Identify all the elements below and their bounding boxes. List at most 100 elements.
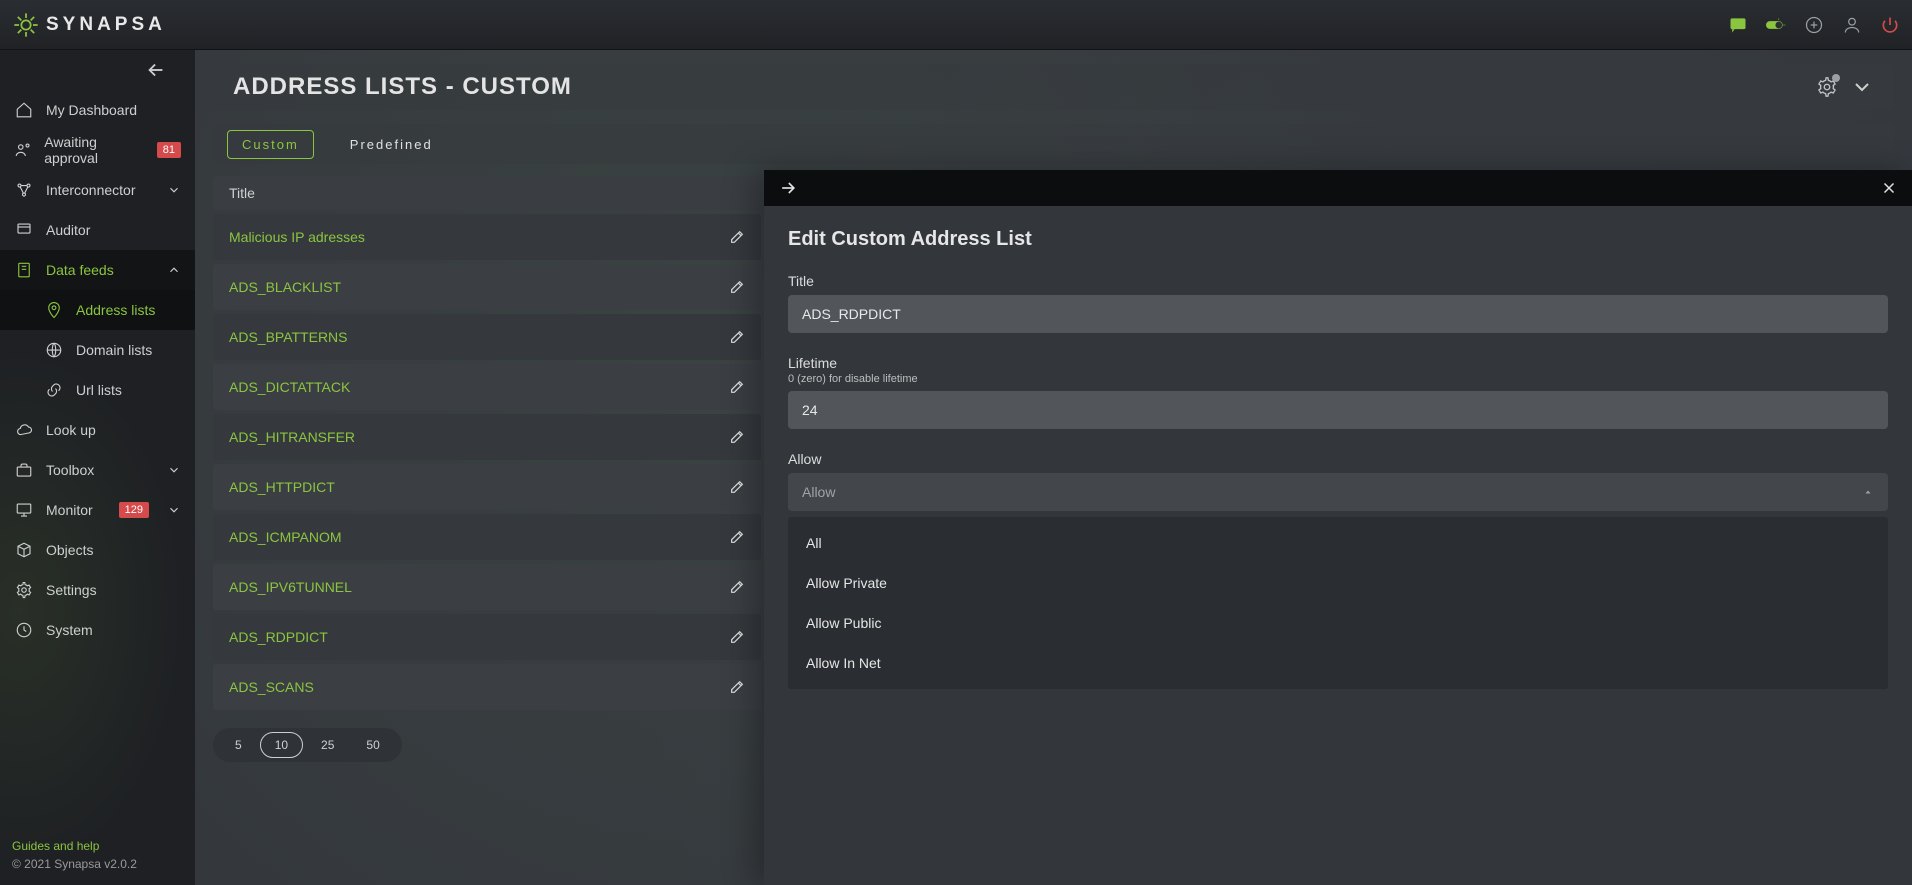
theme-toggle-icon[interactable] [1766, 15, 1786, 35]
tab-custom[interactable]: Custom [227, 130, 314, 159]
lifetime-input[interactable] [788, 391, 1888, 429]
panel-expand-button[interactable] [778, 178, 798, 198]
page-size-25[interactable]: 25 [307, 733, 348, 757]
chat-icon[interactable] [1728, 15, 1748, 35]
list-row[interactable]: Malicious IP adresses [213, 214, 761, 260]
chevron-down-icon [1850, 75, 1874, 99]
edit-button[interactable] [729, 379, 745, 395]
cloud-icon [14, 420, 34, 440]
nav-data-feeds[interactable]: Data feeds [0, 250, 195, 290]
logo-mark-icon [12, 11, 40, 39]
tab-predefined[interactable]: Predefined [336, 131, 447, 158]
allow-option[interactable]: All [788, 523, 1888, 563]
chevron-down-icon [167, 183, 181, 197]
edit-button[interactable] [729, 579, 745, 595]
list-row[interactable]: ADS_ICMPANOM [213, 514, 761, 560]
edit-icon [729, 679, 745, 695]
nav-auditor[interactable]: Auditor [0, 210, 195, 250]
list-row[interactable]: ADS_SCANS [213, 664, 761, 710]
nav-label: Data feeds [46, 262, 114, 278]
address-list: Title Malicious IP adresses ADS_BLACKLIST… [213, 176, 761, 762]
list-row[interactable]: ADS_DICTATTACK [213, 364, 761, 410]
collapse-button[interactable] [1850, 75, 1874, 99]
data-feeds-icon [14, 260, 34, 280]
arrow-right-icon [778, 178, 798, 198]
nav-label: Interconnector [46, 182, 136, 198]
gear-icon [14, 580, 34, 600]
list-row[interactable]: ADS_BLACKLIST [213, 264, 761, 310]
badge-count: 129 [119, 502, 149, 518]
allow-select[interactable]: Allow [788, 473, 1888, 511]
nav-label: Look up [46, 422, 96, 438]
allow-dropdown: AllAllow PrivateAllow PublicAllow In Net [788, 517, 1888, 689]
sidebar-back-button[interactable] [0, 50, 195, 90]
guides-help-link[interactable]: Guides and help [12, 839, 183, 853]
add-icon[interactable] [1804, 15, 1824, 35]
nav-look-up[interactable]: Look up [0, 410, 195, 450]
list-row[interactable]: ADS_HITRANSFER [213, 414, 761, 460]
list-row[interactable]: ADS_HTTPDICT [213, 464, 761, 510]
badge-count: 81 [157, 142, 181, 158]
nav-address-lists[interactable]: Address lists [0, 290, 195, 330]
edit-button[interactable] [729, 679, 745, 695]
edit-button[interactable] [729, 479, 745, 495]
nav-domain-lists[interactable]: Domain lists [0, 330, 195, 370]
edit-icon [729, 479, 745, 495]
edit-button[interactable] [729, 279, 745, 295]
nav-my-dashboard[interactable]: My Dashboard [0, 90, 195, 130]
nav-label: My Dashboard [46, 102, 137, 118]
edit-panel: Edit Custom Address List Title Lifetime … [764, 170, 1912, 885]
nav-label: Monitor [46, 502, 93, 518]
sidebar-footer: Guides and help © 2021 Synapsa v2.0.2 [0, 829, 195, 885]
allow-label: Allow [788, 451, 1888, 467]
globe-icon [44, 340, 64, 360]
edit-button[interactable] [729, 429, 745, 445]
objects-icon [14, 540, 34, 560]
allow-option[interactable]: Allow Private [788, 563, 1888, 603]
page-settings-button[interactable] [1816, 76, 1838, 98]
allow-option[interactable]: Allow Public [788, 603, 1888, 643]
nav-interconnector[interactable]: Interconnector [0, 170, 195, 210]
nav-label: Domain lists [76, 342, 152, 358]
pin-icon [44, 300, 64, 320]
nav-label: Auditor [46, 222, 90, 238]
edit-icon [729, 379, 745, 395]
approval-icon [14, 140, 32, 160]
edit-button[interactable] [729, 529, 745, 545]
notification-dot-icon [1832, 74, 1840, 82]
edit-icon [729, 229, 745, 245]
row-title: ADS_BLACKLIST [229, 279, 341, 295]
page-size-10[interactable]: 10 [260, 732, 303, 758]
list-row[interactable]: ADS_BPATTERNS [213, 314, 761, 360]
list-row[interactable]: ADS_IPV6TUNNEL [213, 564, 761, 610]
row-title: ADS_IPV6TUNNEL [229, 579, 352, 595]
edit-button[interactable] [729, 629, 745, 645]
row-title: ADS_HITRANSFER [229, 429, 355, 445]
nav-settings[interactable]: Settings [0, 570, 195, 610]
nav-objects[interactable]: Objects [0, 530, 195, 570]
nav-awaiting-approval[interactable]: Awaiting approval 81 [0, 130, 195, 170]
nav-label: Address lists [76, 302, 155, 318]
nav-url-lists[interactable]: Url lists [0, 370, 195, 410]
nav-monitor[interactable]: Monitor 129 [0, 490, 195, 530]
allow-option[interactable]: Allow In Net [788, 643, 1888, 683]
brand-logo[interactable]: SYNAPSA [12, 11, 166, 39]
nav-toolbox[interactable]: Toolbox [0, 450, 195, 490]
edit-button[interactable] [729, 329, 745, 345]
monitor-icon [14, 500, 34, 520]
page-size-50[interactable]: 50 [352, 733, 393, 757]
row-title: Malicious IP adresses [229, 229, 365, 245]
link-icon [44, 380, 64, 400]
page-size-5[interactable]: 5 [221, 733, 256, 757]
power-icon[interactable] [1880, 15, 1900, 35]
topbar: SYNAPSA [0, 0, 1912, 50]
user-icon[interactable] [1842, 15, 1862, 35]
list-row[interactable]: ADS_RDPDICT [213, 614, 761, 660]
nav-system[interactable]: System [0, 610, 195, 650]
page-titlebar: ADDRESS LISTS - CUSTOM [213, 64, 1894, 110]
title-input[interactable] [788, 295, 1888, 333]
edit-button[interactable] [729, 229, 745, 245]
list-header-title: Title [213, 176, 761, 210]
chevron-down-icon [167, 463, 181, 477]
panel-close-button[interactable] [1880, 179, 1898, 197]
